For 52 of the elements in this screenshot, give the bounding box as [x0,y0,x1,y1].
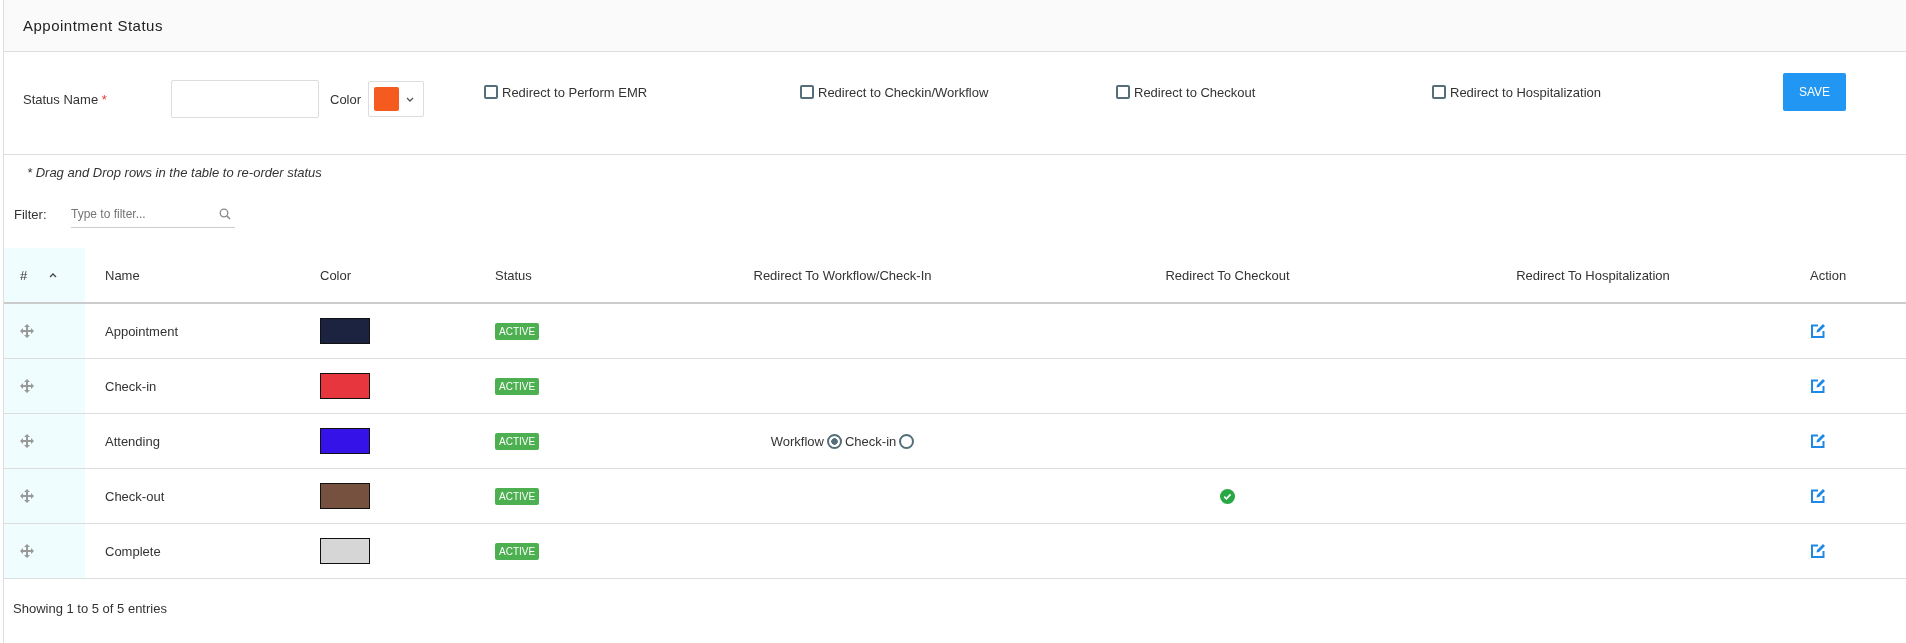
move-icon[interactable] [20,544,34,558]
column-header[interactable]: # [20,267,28,283]
checkbox-label: Redirect to Checkout [1134,84,1256,100]
status-badge: ACTIVE [495,432,540,450]
edit-icon[interactable] [1810,323,1826,339]
move-icon[interactable] [20,434,34,448]
column-header[interactable]: Name [105,267,140,283]
checkbox-label: Redirect to Hospitalization [1450,84,1602,100]
radio-label: Workflow [770,433,824,449]
radio-button[interactable] [899,433,915,449]
column-header[interactable]: Redirect To Checkout [1165,267,1290,283]
drag-drop-note: * Drag and Drop rows in the table to re-order status [26,164,323,182]
color-label: Color [330,91,363,107]
color-picker[interactable] [368,81,424,117]
checkbox[interactable] [1432,85,1446,99]
table-cell: Check-out [105,488,165,504]
panel-title: Appointment Status [23,17,163,34]
table-cell: Appointment [105,323,178,339]
column-header[interactable]: Status [495,267,532,283]
search-icon [219,208,231,220]
move-icon[interactable] [20,489,34,503]
checkbox-label: Redirect to Checkin/Workflow [818,84,989,100]
filter-label: Filter: [14,206,48,222]
checkbox[interactable] [800,85,814,99]
checkbox[interactable] [1116,85,1130,99]
checkbox[interactable] [484,85,498,99]
status-badge: ACTIVE [495,377,540,395]
status-badge: ACTIVE [495,322,540,340]
table-cell: Attending [105,433,160,449]
caret-up-icon [49,272,58,278]
status-badge: ACTIVE [495,487,540,505]
move-icon[interactable] [20,324,34,338]
edit-icon[interactable] [1810,488,1826,504]
filter-field[interactable]: Type to filter... [71,200,235,228]
column-header[interactable]: Color [320,267,352,283]
radio-button[interactable] [826,433,842,449]
status-name-input[interactable] [171,80,319,118]
table-cell: Complete [105,543,161,559]
move-icon[interactable] [20,379,34,393]
column-header[interactable]: Action [1810,267,1847,283]
radio-label: Check-in [844,433,897,449]
edit-icon[interactable] [1810,543,1826,559]
chevron-down-icon [406,96,414,102]
column-header[interactable]: Redirect To Workflow/Check-In [753,267,932,283]
entries-info: Showing 1 to 5 of 5 entries [12,600,168,616]
checkbox-label: Redirect to Perform EMR [502,84,648,100]
table-cell: Check-in [105,378,157,394]
edit-icon[interactable] [1810,433,1826,449]
column-header[interactable]: Redirect To Hospitalization [1516,267,1670,283]
edit-icon[interactable] [1810,378,1826,394]
status-badge: ACTIVE [495,542,540,560]
status-name-label: Status Name * [23,91,108,107]
